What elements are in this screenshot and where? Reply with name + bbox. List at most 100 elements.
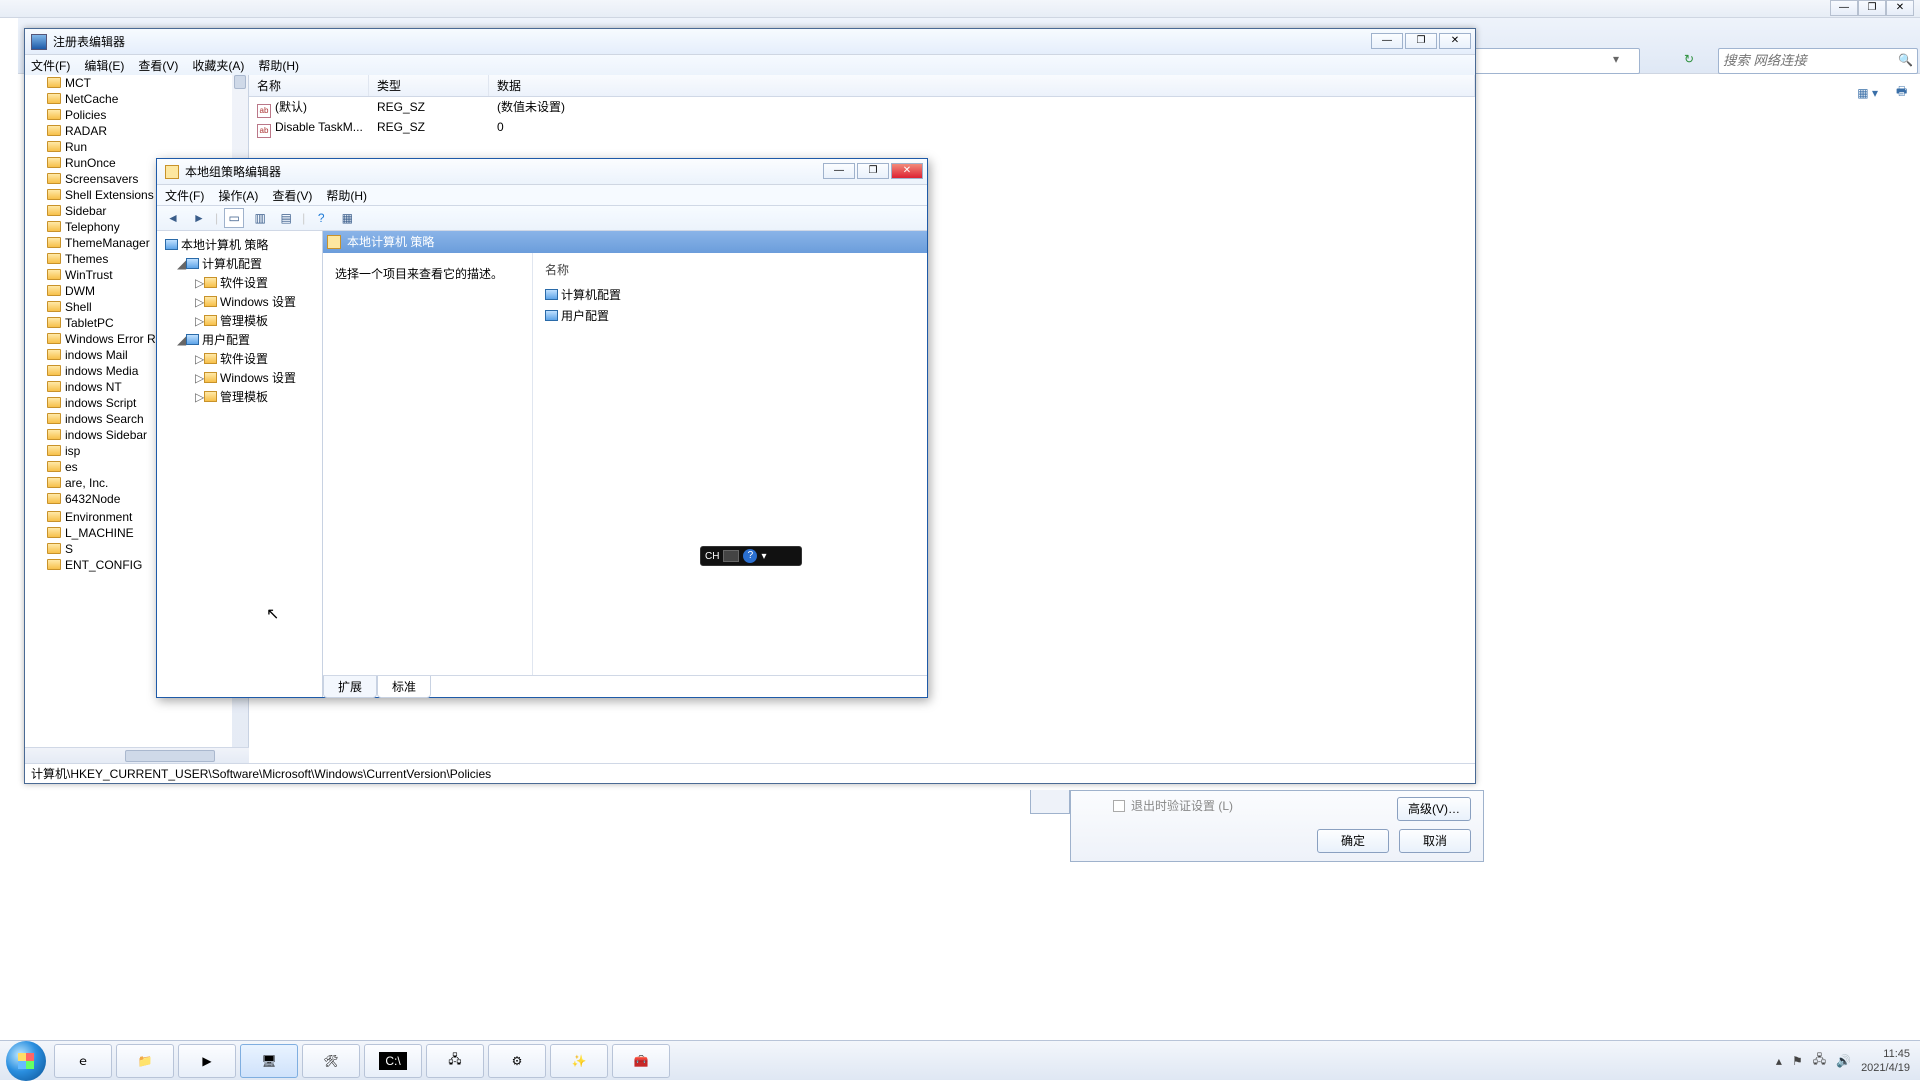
taskbar-media-player[interactable]: ▶ (178, 1044, 236, 1078)
tree-item[interactable]: MCT (25, 75, 248, 91)
gpedit-menu-file[interactable]: 文件(F) (165, 187, 204, 204)
scroll-up-icon[interactable] (234, 75, 246, 89)
tray-flag-icon[interactable]: ⚑ (1792, 1054, 1803, 1068)
list-item[interactable]: 用户配置 (545, 305, 915, 326)
tray-show-hidden-icon[interactable]: ▴ (1776, 1054, 1782, 1068)
ie-refresh-icon[interactable]: ↻ (1684, 52, 1694, 66)
gpedit-titlebar[interactable]: 本地组策略编辑器 — ❐ ✕ (157, 159, 927, 185)
regedit-menu-fav[interactable]: 收藏夹(A) (192, 57, 244, 74)
toolbar-fwd-icon[interactable]: ► (189, 208, 209, 228)
ie-search-box[interactable]: 🔍 (1718, 48, 1918, 74)
folder-icon: 📁 (138, 1054, 153, 1068)
checkbox-icon[interactable] (1113, 800, 1125, 812)
ie-address-dropdown-icon[interactable]: ▾ (1613, 52, 1619, 66)
gpedit-menubar: 文件(F) 操作(A) 查看(V) 帮助(H) (157, 185, 927, 205)
tray-clock[interactable]: 11:45 2021/4/19 (1861, 1047, 1910, 1075)
regedit-menu-help[interactable]: 帮助(H) (258, 57, 299, 74)
toolbar-showhide-icon[interactable]: ▭ (224, 208, 244, 228)
regedit-menubar: 文件(F) 编辑(E) 查看(V) 收藏夹(A) 帮助(H) (25, 55, 1475, 75)
server-icon: 🖧 (448, 1050, 461, 1071)
folder-icon (47, 429, 61, 440)
start-button[interactable] (6, 1041, 46, 1081)
taskbar[interactable]: ｅ 📁 ▶ 🖥 🛠 C:\ 🖧 ⚙ ✨ 🧰 ▴ ⚑ 🖧 🔊 11:45 2021… (0, 1040, 1920, 1080)
tree-item[interactable]: Run (25, 139, 248, 155)
regedit-close-button[interactable]: ✕ (1439, 33, 1471, 49)
folder-icon (47, 77, 61, 88)
list-item[interactable]: 计算机配置 (545, 284, 915, 305)
ime-help-icon[interactable]: ? (743, 549, 757, 563)
taskbar-app-2[interactable]: 🛠 (302, 1044, 360, 1078)
tree-admin-templates[interactable]: 管理模板 (220, 314, 268, 328)
tray-volume-icon[interactable]: 🔊 (1836, 1054, 1851, 1068)
gpedit-close-button[interactable]: ✕ (891, 163, 923, 179)
tray-network-icon[interactable]: 🖧 (1813, 1050, 1826, 1071)
search-icon[interactable]: 🔍 (1898, 53, 1913, 67)
regedit-menu-edit[interactable]: 编辑(E) (84, 57, 124, 74)
gpedit-restore-button[interactable]: ❐ (857, 163, 889, 179)
list-col-name[interactable]: 名称 (545, 261, 915, 278)
regedit-menu-view[interactable]: 查看(V) (138, 57, 178, 74)
cancel-button[interactable]: 取消 (1399, 829, 1471, 853)
col-type[interactable]: 类型 (369, 75, 489, 96)
taskbar-explorer[interactable]: 📁 (116, 1044, 174, 1078)
toolbar-export-icon[interactable]: ▤ (276, 208, 296, 228)
tree-item[interactable]: Policies (25, 107, 248, 123)
hscroll-thumb[interactable] (125, 750, 215, 762)
gpedit-menu-view[interactable]: 查看(V) (272, 187, 312, 204)
regedit-min-button[interactable]: — (1371, 33, 1403, 49)
ie-print-icon[interactable]: 🖶 (1896, 82, 1907, 103)
toolbar-view-icon[interactable]: ▦ (337, 208, 357, 228)
value-row[interactable]: abDisable TaskM... REG_SZ 0 (249, 117, 1475, 137)
regedit-titlebar[interactable]: 注册表编辑器 — ❐ ✕ (25, 29, 1475, 55)
tree-windows-settings[interactable]: Windows 设置 (220, 295, 296, 309)
ime-language-bar[interactable]: CH ? ▾ (700, 546, 802, 566)
taskbar-app-1[interactable]: 🖥 (240, 1044, 298, 1078)
ime-lang-label[interactable]: CH (705, 551, 719, 562)
ime-options-icon[interactable]: ▾ (761, 551, 766, 562)
tree-item-label: Windows Error Rep (65, 332, 169, 346)
regedit-tree-hscroll[interactable] (25, 747, 249, 763)
tab-extended[interactable]: 扩展 (323, 676, 377, 698)
tree-software-settings[interactable]: 软件设置 (220, 352, 268, 366)
tree-item[interactable]: NetCache (25, 91, 248, 107)
ie-restore-button[interactable]: ❐ (1858, 0, 1886, 16)
tab-standard[interactable]: 标准 (377, 676, 431, 698)
ok-button[interactable]: 确定 (1317, 829, 1389, 853)
col-name[interactable]: 名称 (249, 75, 369, 96)
ie-view-menu[interactable]: ▦ ▾ (1857, 86, 1878, 100)
tree-computer-config[interactable]: 计算机配置 (202, 257, 262, 271)
gpedit-min-button[interactable]: — (823, 163, 855, 179)
ie-close-button[interactable]: ✕ (1886, 0, 1914, 16)
computer-config-icon (186, 258, 199, 269)
tree-item[interactable]: RADAR (25, 123, 248, 139)
regedit-restore-button[interactable]: ❐ (1405, 33, 1437, 49)
value-row[interactable]: ab(默认) REG_SZ (数值未设置) (249, 97, 1475, 117)
ime-keyboard-icon[interactable] (723, 550, 739, 562)
tree-software-settings[interactable]: 软件设置 (220, 276, 268, 290)
system-tray[interactable]: ▴ ⚑ 🖧 🔊 11:45 2021/4/19 (1776, 1047, 1920, 1075)
gpedit-menu-help[interactable]: 帮助(H) (326, 187, 367, 204)
gpedit-menu-action[interactable]: 操作(A) (218, 187, 258, 204)
tree-root[interactable]: 本地计算机 策略 (181, 238, 268, 252)
list-item-label: 用户配置 (561, 309, 609, 323)
regedit-menu-file[interactable]: 文件(F) (31, 57, 70, 74)
tree-windows-settings[interactable]: Windows 设置 (220, 371, 296, 385)
validate-on-exit-checkbox[interactable]: 退出时验证设置 (L) (1113, 797, 1233, 814)
ie-search-input[interactable] (1723, 49, 1893, 71)
taskbar-app-6[interactable]: 🧰 (612, 1044, 670, 1078)
advanced-button[interactable]: 高级(V)… (1397, 797, 1471, 821)
gpedit-window: 本地组策略编辑器 — ❐ ✕ 文件(F) 操作(A) 查看(V) 帮助(H) ◄… (156, 158, 928, 698)
taskbar-app-5[interactable]: ✨ (550, 1044, 608, 1078)
taskbar-ie[interactable]: ｅ (54, 1044, 112, 1078)
gpedit-tree[interactable]: 本地计算机 策略 ◢计算机配置 ▷软件设置 ▷Windows 设置 ▷管理模板 … (157, 231, 323, 697)
tree-user-config[interactable]: 用户配置 (202, 333, 250, 347)
taskbar-app-4[interactable]: ⚙ (488, 1044, 546, 1078)
taskbar-app-3[interactable]: 🖧 (426, 1044, 484, 1078)
toolbar-props-icon[interactable]: ▥ (250, 208, 270, 228)
taskbar-cmd[interactable]: C:\ (364, 1044, 422, 1078)
ie-min-button[interactable]: — (1830, 0, 1858, 16)
toolbar-back-icon[interactable]: ◄ (163, 208, 183, 228)
tree-admin-templates[interactable]: 管理模板 (220, 390, 268, 404)
toolbar-help-icon[interactable]: ? (311, 208, 331, 228)
col-data[interactable]: 数据 (489, 75, 1475, 96)
